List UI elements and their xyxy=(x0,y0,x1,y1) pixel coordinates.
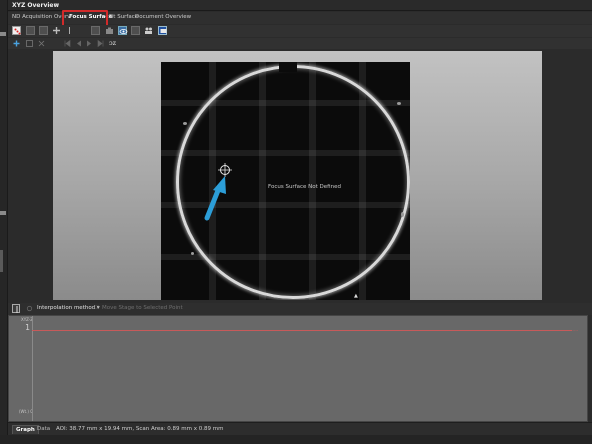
left-gutter xyxy=(0,0,8,444)
view-toolbar: ↄz xyxy=(8,38,592,49)
focus-status-message: Focus Surface Not Defined xyxy=(268,184,341,190)
window-title: XYZ Overview xyxy=(12,2,60,9)
main-toolbar xyxy=(8,25,592,37)
y-axis-bottom-label: (Wt.) 0 xyxy=(19,409,33,414)
tab-fit-surface[interactable]: Fit Surface xyxy=(109,14,138,20)
plot-area xyxy=(32,316,587,421)
close-icon[interactable]: × xyxy=(54,2,59,9)
debris xyxy=(397,102,401,105)
grid-icon[interactable] xyxy=(91,26,100,35)
next-icon[interactable] xyxy=(85,39,94,48)
add-point-icon[interactable] xyxy=(52,26,61,35)
camera-icon[interactable] xyxy=(105,26,114,35)
z-axis-icon[interactable] xyxy=(12,304,20,313)
graph-toolbar: Interpolation method ▾ ☐ Move Stage to S… xyxy=(8,303,592,315)
select-icon[interactable] xyxy=(26,26,35,35)
layers-icon[interactable] xyxy=(131,26,140,35)
settings-icon[interactable] xyxy=(25,304,34,313)
debris xyxy=(191,252,194,255)
tab-data[interactable]: Data xyxy=(34,425,53,434)
status-bar: Graph Data AOI: 38.77 mm x 19.94 mm, Sca… xyxy=(8,422,592,435)
well-gap xyxy=(279,62,297,72)
monitor-icon[interactable] xyxy=(158,26,167,35)
coordinate-label: ↄz xyxy=(109,39,117,47)
side-panel-handle[interactable] xyxy=(0,250,3,272)
move-stage-label: Move Stage to Selected Point xyxy=(102,305,183,311)
move-icon[interactable] xyxy=(39,26,48,35)
focus-reference-line xyxy=(32,330,572,331)
tab-document-overview[interactable]: Document Overview xyxy=(135,14,191,20)
fit-icon[interactable] xyxy=(25,39,34,48)
eye-icon[interactable] xyxy=(118,26,128,35)
zoom-icon[interactable] xyxy=(37,39,46,48)
interpolation-method-dropdown[interactable]: Interpolation method ▾ xyxy=(37,305,100,311)
panel-marker xyxy=(0,211,6,215)
panel-marker xyxy=(0,32,6,36)
sample-image[interactable]: Focus Surface Not Defined ▲ xyxy=(161,62,410,300)
dice-icon[interactable] xyxy=(12,26,21,35)
focus-graph[interactable]: XYZ-Z 1 (Wt.) 0 ----- xyxy=(8,315,588,422)
reference-line-marker: ----- xyxy=(571,328,579,333)
last-icon[interactable] xyxy=(96,39,105,48)
y-axis-tick: 1 xyxy=(25,323,30,332)
image-viewer[interactable]: Focus Surface Not Defined ▲ xyxy=(53,51,542,300)
debris xyxy=(401,212,404,217)
add-icon[interactable] xyxy=(12,39,21,48)
marker-icon[interactable] xyxy=(65,26,74,35)
people-icon[interactable] xyxy=(144,26,153,35)
bottom-strip xyxy=(0,435,592,444)
arrow-icon xyxy=(204,176,226,221)
aoi-info: AOI: 38.77 mm x 19.94 mm, Scan Area: 0.8… xyxy=(56,426,224,432)
previous-icon[interactable] xyxy=(74,39,83,48)
first-icon[interactable] xyxy=(63,39,72,48)
move-stage-checkbox[interactable]: ☐ xyxy=(94,305,99,311)
stage-position-marker: ▲ xyxy=(354,293,358,299)
debris xyxy=(183,122,187,125)
